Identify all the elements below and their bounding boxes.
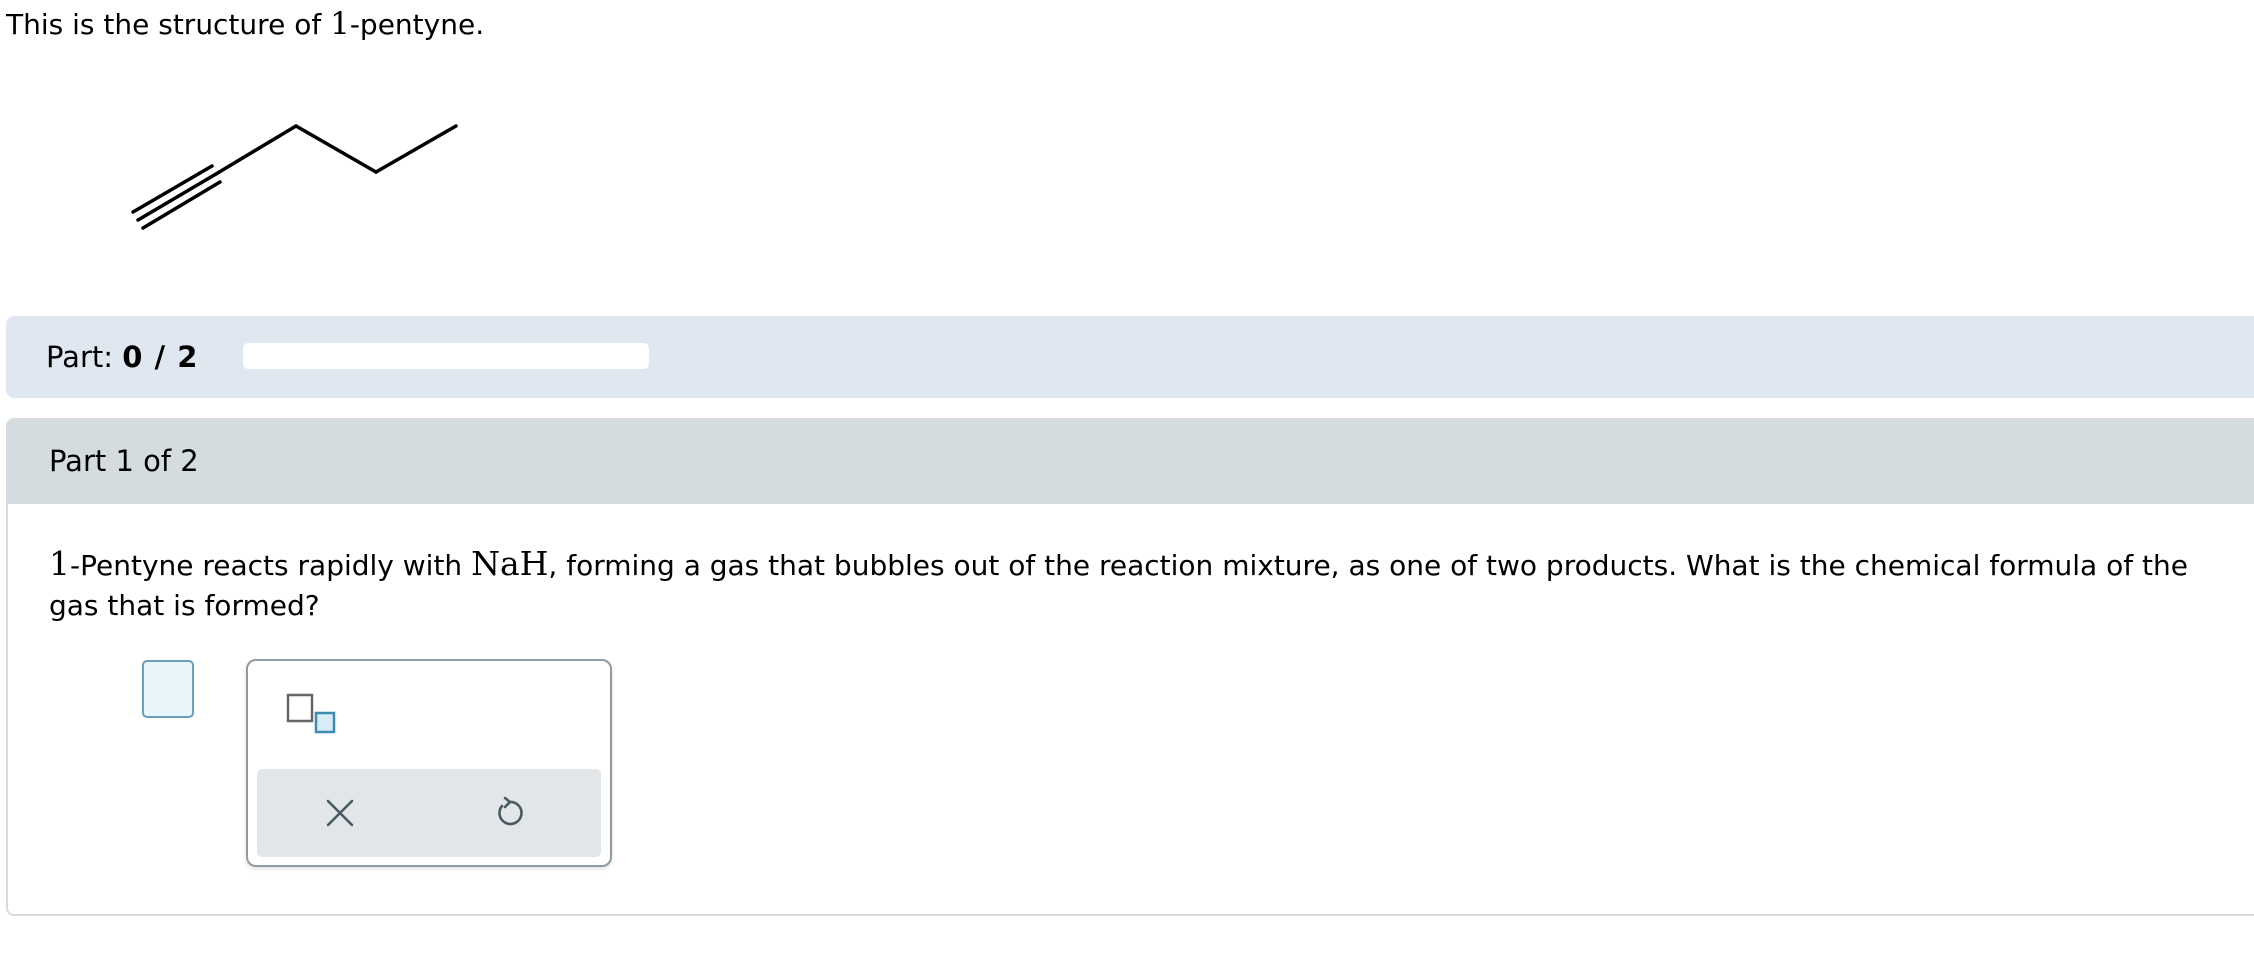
answer-input-box[interactable] [142,660,194,718]
clear-button[interactable] [310,785,370,841]
pentyne-structure [131,124,458,230]
bond-c3-c4 [294,124,378,174]
triple-bond-line-1 [131,164,214,214]
part-title: Part 1 of 2 [49,444,199,478]
formula-palette [246,659,612,867]
undo-button[interactable] [480,785,540,841]
palette-actions [257,769,601,857]
part-card: Part 1 of 2 1-Pentyne reacts rapidly wit… [6,418,2254,916]
bond-c4-c5 [374,124,458,174]
progress-track [243,343,649,369]
part-progress-value: 0 / 2 [122,340,199,374]
triple-bond-line-2 [136,172,218,222]
subscript-template-button[interactable] [286,693,342,743]
question-text: 1-Pentyne reacts rapidly with NaH, formi… [49,544,2188,622]
triple-bond-line-3 [141,180,222,230]
undo-icon [498,796,523,826]
part-progress-bar: Part: 0 / 2 [6,316,2254,398]
close-icon [326,799,354,827]
reagent-formula: NaH [471,544,549,583]
question-number: 1 [49,544,70,583]
bond-c2-c3 [214,124,298,176]
part-card-header: Part 1 of 2 [8,420,2254,504]
part-progress-label: Part: 0 / 2 [46,340,199,374]
subscript-template-icon [286,693,336,734]
